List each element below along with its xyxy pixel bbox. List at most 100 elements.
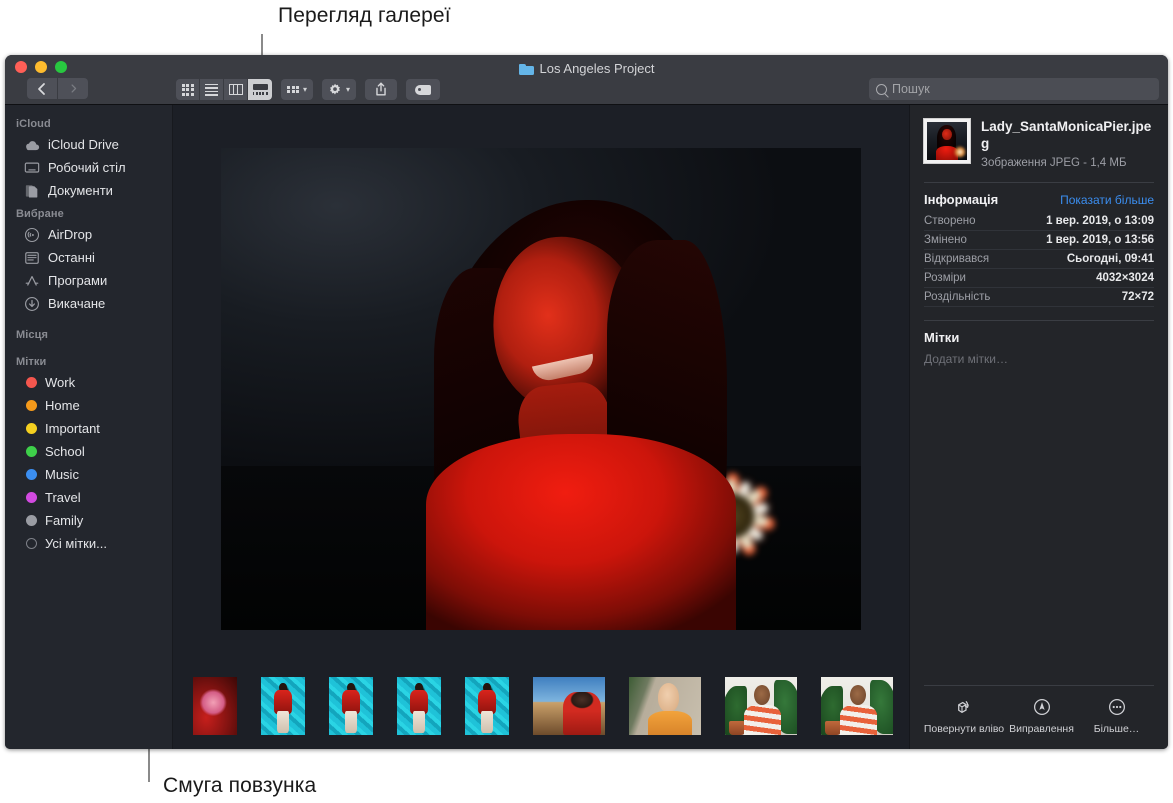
photo-subject-shirt: [426, 434, 736, 630]
chevron-left-icon: [34, 81, 50, 97]
tag-button[interactable]: [406, 79, 440, 100]
tag-color-dot-icon: [26, 446, 37, 457]
list-icon: [205, 84, 218, 96]
thumbnail-2[interactable]: [255, 670, 311, 742]
info-value: 4032×3024: [1096, 272, 1154, 284]
thumbnail-3[interactable]: [323, 670, 379, 742]
thumbnail-image: [397, 677, 441, 735]
hero-photo[interactable]: [221, 148, 861, 630]
sidebar-tag-all-tags[interactable]: Усі мітки...: [5, 532, 172, 555]
info-section-header: Інформація Показати більше: [924, 183, 1154, 212]
sidebar[interactable]: iCloud iCloud Drive Робочий стіл Докумен…: [5, 105, 173, 749]
file-kind-and-size: Зображення JPEG - 1,4 МБ: [981, 157, 1154, 169]
sidebar-item-recents[interactable]: Останні: [5, 246, 172, 269]
info-value: 72×72: [1122, 291, 1154, 303]
thumbnail-6[interactable]: [527, 670, 611, 742]
show-more-link[interactable]: Показати більше: [1060, 193, 1154, 207]
chevron-down-icon: ▾: [303, 86, 307, 94]
search-placeholder: Пошук: [892, 82, 930, 96]
info-spacer: [924, 366, 1154, 685]
sidebar-header-locations: Місця: [5, 315, 172, 344]
rotate-left-action[interactable]: Повернути вліво: [924, 697, 1004, 735]
group-grid-icon: [287, 86, 299, 94]
info-label: Створено: [924, 215, 976, 227]
sidebar-item-label: Music: [45, 467, 79, 482]
group-by-button[interactable]: ▾: [281, 79, 313, 100]
tag-color-dot-icon: [26, 515, 37, 526]
tag-icon: [415, 85, 431, 95]
markup-action[interactable]: Виправлення: [1004, 697, 1079, 735]
sidebar-item-applications[interactable]: Програми: [5, 269, 172, 292]
thumbnail-7[interactable]: [623, 670, 707, 742]
sidebar-tag-school[interactable]: School: [5, 440, 172, 463]
sidebar-item-label: Останні: [48, 250, 95, 265]
gallery-view-button[interactable]: [248, 79, 272, 100]
sidebar-tag-work[interactable]: Work: [5, 371, 172, 394]
toolbar: Los Angeles Project: [5, 55, 1168, 105]
downloads-icon: [24, 296, 40, 312]
quick-action-label: Повернути вліво: [924, 723, 1004, 735]
chevron-right-icon: [68, 83, 79, 94]
sidebar-item-documents[interactable]: Документи: [5, 179, 172, 202]
callout-gallery-view-leader: [261, 34, 263, 57]
view-mode-segmented-control: [176, 79, 272, 100]
info-row-created: Створено 1 вер. 2019, о 13:09: [924, 212, 1154, 231]
share-button[interactable]: [365, 79, 397, 100]
thumbnail-image: [261, 677, 305, 735]
search-input[interactable]: Пошук: [869, 78, 1159, 100]
share-icon: [374, 82, 388, 97]
thumbnail-image: [329, 677, 373, 735]
file-meta: Lady_SantaMonicaPier.jpeg Зображення JPE…: [981, 119, 1154, 169]
desktop-icon: [24, 160, 40, 176]
quick-action-label: Більше…: [1094, 723, 1140, 735]
tag-color-dot-icon: [26, 538, 37, 549]
sidebar-tag-important[interactable]: Important: [5, 417, 172, 440]
sidebar-item-label: Work: [45, 375, 75, 390]
thumbnail-image: [533, 677, 605, 735]
quick-actions: Повернути вліво Виправлення: [924, 685, 1154, 749]
main-area: [173, 105, 910, 749]
sidebar-item-label: Important: [45, 421, 100, 436]
sidebar-tag-music[interactable]: Music: [5, 463, 172, 486]
list-view-button[interactable]: [200, 79, 224, 100]
scrubber-bar[interactable]: [173, 663, 909, 749]
thumbnail-9[interactable]: [815, 670, 899, 742]
sidebar-tag-home[interactable]: Home: [5, 394, 172, 417]
sidebar-item-downloads[interactable]: Викачане: [5, 292, 172, 315]
tag-color-dot-icon: [26, 492, 37, 503]
window-title: Los Angeles Project: [5, 61, 1168, 76]
back-button[interactable]: [27, 78, 57, 99]
sidebar-tag-travel[interactable]: Travel: [5, 486, 172, 509]
action-menu-button[interactable]: ▾: [322, 79, 356, 100]
sidebar-item-label: Документи: [48, 183, 113, 198]
info-row-dimensions: Розміри 4032×3024: [924, 269, 1154, 288]
window-body: iCloud iCloud Drive Робочий стіл Докумен…: [5, 105, 1168, 749]
sidebar-item-label: Викачане: [48, 296, 105, 311]
sidebar-item-desktop[interactable]: Робочий стіл: [5, 156, 172, 179]
add-tags-input[interactable]: Додати мітки…: [924, 350, 1154, 366]
thumbnail-image: [821, 677, 893, 735]
callout-scrubber-bar-label: Смуга повзунка: [163, 774, 316, 798]
tag-color-dot-icon: [26, 377, 37, 388]
sidebar-item-icloud-drive[interactable]: iCloud Drive: [5, 133, 172, 156]
preview-stage: [173, 105, 909, 663]
thumbnail-image: [629, 677, 701, 735]
file-name: Lady_SantaMonicaPier.jpeg: [981, 119, 1154, 153]
tag-color-dot-icon: [26, 469, 37, 480]
thumbnail-5[interactable]: [459, 670, 515, 742]
sidebar-header-icloud: iCloud: [5, 112, 172, 133]
gear-icon: [328, 83, 342, 97]
column-view-button[interactable]: [224, 79, 248, 100]
sidebar-tag-family[interactable]: Family: [5, 509, 172, 532]
window-title-text: Los Angeles Project: [540, 61, 655, 76]
sidebar-item-airdrop[interactable]: AirDrop: [5, 223, 172, 246]
thumbnail-4[interactable]: [391, 670, 447, 742]
sidebar-header-favorites: Вибране: [5, 202, 172, 223]
thumbnail-8[interactable]: [719, 670, 803, 742]
thumbnail-1[interactable]: [187, 670, 243, 742]
forward-button[interactable]: [58, 78, 88, 99]
callout-gallery-view-label: Перегляд галереї: [278, 4, 451, 28]
icon-view-button[interactable]: [176, 79, 200, 100]
more-action[interactable]: Більше…: [1079, 697, 1154, 735]
sidebar-header-tags: Мітки: [5, 344, 172, 371]
